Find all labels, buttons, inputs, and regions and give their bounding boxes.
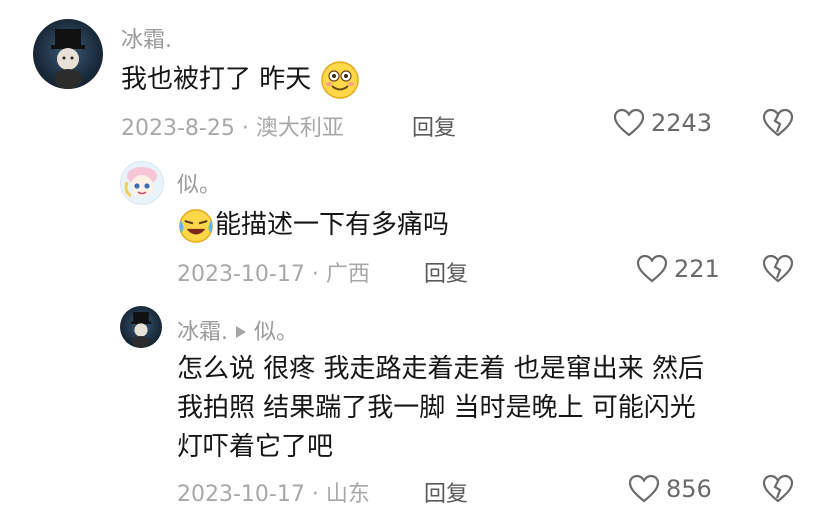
reply-button[interactable]: 回复 bbox=[424, 476, 468, 508]
username[interactable]: 冰霜. bbox=[177, 320, 228, 345]
avatar[interactable] bbox=[33, 19, 103, 89]
username[interactable]: 似。 bbox=[177, 167, 221, 199]
like-count: 2243 bbox=[651, 109, 713, 137]
comment-text-content: 能描述一下有多痛吗 bbox=[215, 210, 450, 240]
heart-outline-icon bbox=[628, 474, 660, 503]
avatar-figure-icon bbox=[51, 29, 85, 89]
avatar[interactable] bbox=[120, 306, 162, 348]
smiling-face-emoji-icon bbox=[320, 61, 359, 99]
reply-button[interactable]: 回复 bbox=[424, 256, 468, 288]
comment-text: 我也被打了 昨天 bbox=[121, 60, 360, 100]
like-count: 221 bbox=[674, 255, 720, 283]
broken-heart-icon bbox=[762, 474, 794, 503]
heart-outline-icon bbox=[636, 254, 668, 283]
avatar[interactable] bbox=[120, 161, 164, 205]
comment-text-line: 我拍照 结果踹了我一脚 当时是晚上 可能闪光 bbox=[177, 393, 696, 423]
avatar-figure-icon bbox=[130, 312, 152, 348]
reply-comment-item: 冰霜. 似。 怎么说 很疼 我走路走着走着 也是窜出来 然后 我拍照 结果踹了我一… bbox=[0, 300, 828, 507]
play-triangle-icon bbox=[236, 326, 246, 338]
date-location: 2023-8-25 · 澳大利亚 bbox=[121, 116, 344, 141]
broken-heart-icon bbox=[762, 108, 794, 137]
reply-header: 冰霜. 似。 bbox=[177, 314, 298, 346]
comment-text-content: 我也被打了 昨天 bbox=[121, 64, 312, 95]
reply-comment-item: 似。 能描述一下有多痛吗 2023-10-17 · 广西 回复 221 bbox=[0, 150, 828, 300]
username[interactable]: 冰霜. bbox=[121, 22, 172, 54]
crying-laughing-face-emoji-icon bbox=[179, 208, 213, 243]
comment-item: 冰霜. 我也被打了 昨天 2023-8-25 · 澳大利亚 回复 2243 bbox=[0, 0, 828, 150]
date-location: 2023-10-17 · 山东 bbox=[177, 482, 370, 507]
reply-to-username[interactable]: 似。 bbox=[254, 320, 298, 345]
reply-button[interactable]: 回复 bbox=[412, 110, 456, 142]
like-button[interactable]: 856 bbox=[628, 474, 712, 504]
comment-text: 能描述一下有多痛吗 bbox=[177, 206, 449, 245]
dislike-button[interactable] bbox=[762, 254, 794, 288]
comment-text-line: 灯吓着它了吧 bbox=[177, 432, 334, 462]
like-button[interactable]: 2243 bbox=[613, 108, 712, 138]
dislike-button[interactable] bbox=[762, 474, 794, 508]
like-count: 856 bbox=[666, 475, 712, 503]
broken-heart-icon bbox=[762, 254, 794, 283]
comment-text-line: 怎么说 很疼 我走路走着走着 也是窜出来 然后 bbox=[177, 354, 705, 384]
like-button[interactable]: 221 bbox=[636, 254, 720, 284]
heart-outline-icon bbox=[613, 108, 645, 137]
avatar-cartoon-icon bbox=[124, 167, 157, 198]
date-location: 2023-10-17 · 广西 bbox=[177, 262, 370, 287]
dislike-button[interactable] bbox=[762, 108, 794, 142]
